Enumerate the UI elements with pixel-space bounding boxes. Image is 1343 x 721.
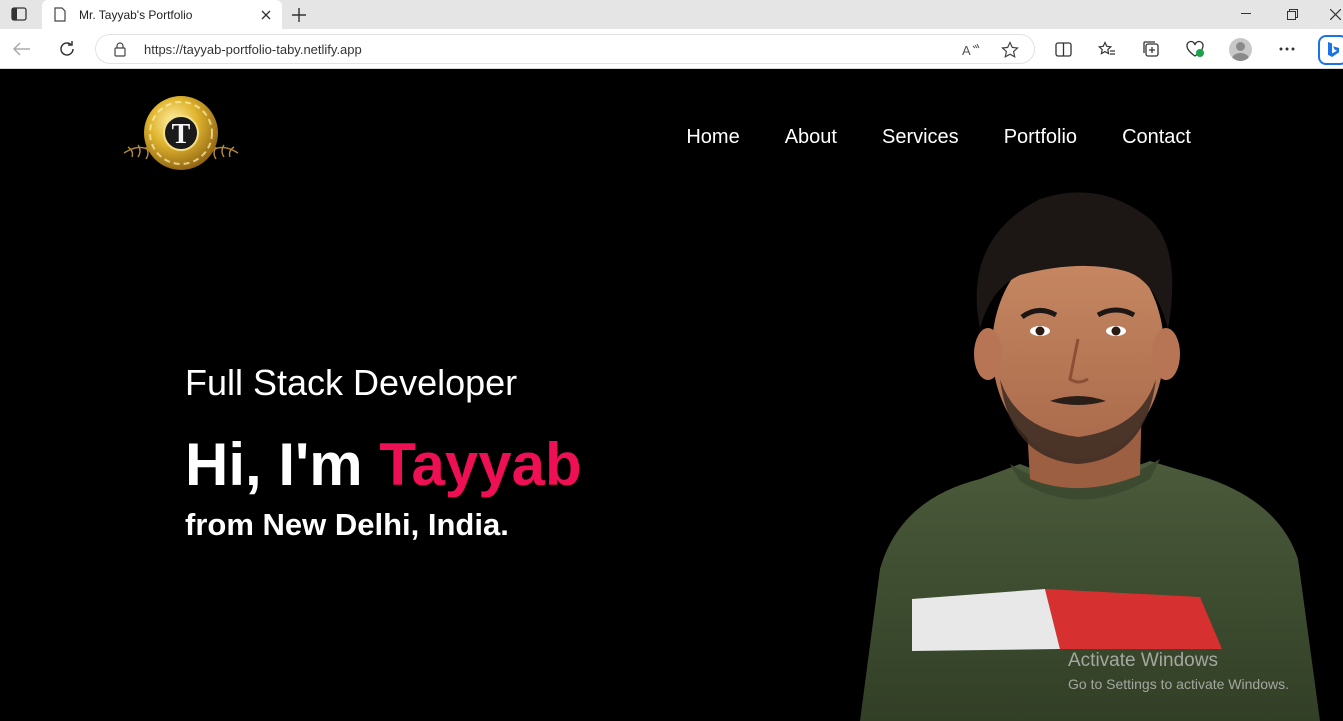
browser-toolbar: https://tayyab-portfolio-taby.netlify.ap… [0,29,1343,69]
profile-photo [850,179,1343,721]
split-screen-icon[interactable] [1051,37,1075,61]
windows-activation-watermark: Activate Windows Go to Settings to activ… [1068,650,1289,692]
new-tab-icon[interactable] [289,5,309,25]
favorites-icon[interactable] [1095,37,1119,61]
nav-services[interactable]: Services [882,126,959,149]
profile-avatar-icon[interactable] [1229,38,1252,61]
nav-about[interactable]: About [785,126,837,149]
refresh-icon[interactable] [55,37,79,61]
back-icon[interactable] [10,37,34,61]
svg-text:A: A [962,43,971,57]
more-menu-icon[interactable] [1275,37,1299,61]
logo-letter: T [172,119,191,150]
watermark-title: Activate Windows [1068,650,1218,671]
close-window-icon[interactable] [1324,4,1343,24]
hero-name: Tayyab [379,431,582,498]
nav-contact[interactable]: Contact [1122,126,1191,149]
lock-icon[interactable] [114,42,128,58]
tab-close-icon[interactable] [258,7,274,23]
nav-home[interactable]: Home [686,126,739,149]
hero-greeting: Hi, I'm [185,431,363,498]
watermark-subtitle: Go to Settings to activate Windows. [1068,676,1289,692]
address-bar[interactable]: https://tayyab-portfolio-taby.netlify.ap… [95,34,1035,64]
url-text[interactable]: https://tayyab-portfolio-taby.netlify.ap… [144,42,362,57]
browser-tab-active[interactable]: Mr. Tayyab's Portfolio [42,0,282,29]
minimize-icon[interactable] [1235,4,1257,24]
browser-tab-bar: Mr. Tayyab's Portfolio [0,0,1343,29]
collections-icon[interactable] [1139,37,1163,61]
page-favicon-icon [54,6,68,23]
hero-location: from New Delhi, India. [185,507,509,542]
browser-essentials-icon[interactable] [1183,37,1207,61]
hero-title: Hi, I'm Tayyab [185,430,582,499]
hero-subtitle: Full Stack Developer [185,362,518,403]
nav-portfolio[interactable]: Portfolio [1004,126,1077,149]
bing-chat-icon[interactable] [1318,35,1343,65]
restore-icon[interactable] [1281,4,1303,24]
tab-actions-icon[interactable] [8,5,30,23]
main-nav: Home About Services Portfolio Contact [686,126,1191,149]
site-logo[interactable]: T [120,95,242,171]
tab-title: Mr. Tayyab's Portfolio [79,7,193,22]
favorite-star-icon[interactable] [999,39,1021,61]
read-aloud-icon[interactable]: A [960,39,982,61]
portfolio-page: T Home About Services Portfolio Contact … [0,69,1343,721]
